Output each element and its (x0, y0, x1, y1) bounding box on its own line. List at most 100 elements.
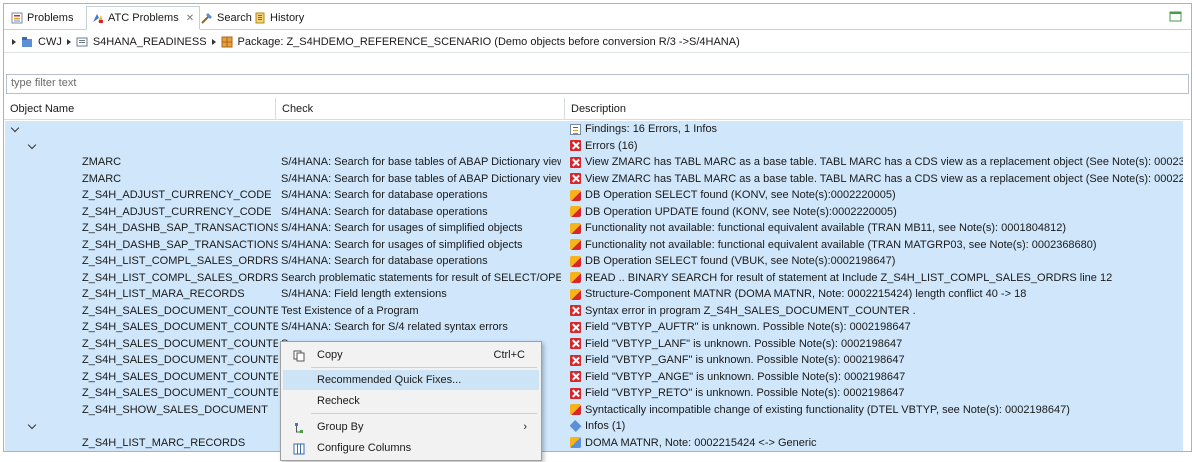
configure-columns-icon (293, 442, 305, 455)
check-cell: S/4HANA: Search for database operations (281, 205, 488, 218)
table-row[interactable]: Z_S4H_SALES_DOCUMENT_COUNTERSField "VBTY… (5, 385, 1183, 401)
tab-search-label: Search (217, 12, 252, 24)
error-icon (570, 156, 581, 168)
menu-item-recheck[interactable]: Recheck (283, 391, 539, 411)
warning-icon (570, 222, 581, 234)
chevron-right-icon[interactable] (66, 38, 71, 45)
tab-search[interactable]: Search (196, 6, 257, 30)
info-icon (570, 420, 582, 432)
table-row[interactable]: Z_S4H_SALES_DOCUMENT_COUNTER Test Existen… (5, 303, 1183, 319)
object-name-cell: Z_S4H_SALES_DOCUMENT_COUNTER (82, 304, 278, 317)
system-icon (76, 36, 88, 48)
table-row[interactable]: Z_S4H_DASHB_SAP_TRANSACTIONS S/4HANA: Sea… (5, 237, 1183, 253)
object-name-cell: Z_S4H_SALES_DOCUMENT_COUNTER (82, 321, 278, 333)
column-header-check[interactable]: Check (276, 98, 565, 120)
error-icon (570, 387, 581, 399)
description-cell: READ .. BINARY SEARCH for result of stat… (570, 270, 1183, 286)
context-menu: Copy Ctrl+C Recommended Quick Fixes... R… (280, 341, 542, 461)
filter-input[interactable]: type filter text (6, 74, 1189, 94)
table-row[interactable]: Z_S4H_SALES_DOCUMENT_COUNTERSField "VBTY… (5, 336, 1183, 352)
menu-item-configure-columns[interactable]: Configure Columns (283, 438, 539, 458)
chevron-down-icon[interactable] (29, 142, 37, 150)
chevron-right-icon[interactable] (211, 38, 216, 45)
table-row[interactable]: Z_S4H_LIST_COMPL_SALES_ORDRS Search probl… (5, 270, 1183, 286)
table-row[interactable]: ZMARC S/4HANA: Search for base tables of … (5, 171, 1183, 187)
group-row[interactable]: Findings: 16 Errors, 1 Infos (5, 121, 1183, 137)
error-icon (570, 305, 581, 316)
close-icon[interactable]: ✕ (186, 13, 194, 24)
atc-problems-view: Problems ATC Problems ✕ Search History C… (3, 3, 1192, 461)
description-cell: DB Operation SELECT found (VBUK, see Not… (570, 253, 1183, 269)
group-row[interactable]: Infos (1) (5, 418, 1183, 434)
object-name-cell: Z_S4H_LIST_MARA_RECORDS (82, 288, 245, 300)
object-name-cell: Z_S4H_SALES_DOCUMENT_COUNTER (82, 354, 278, 366)
table-row[interactable]: Z_S4H_LIST_MARC_RECORDSSDOMA MATNR, Note… (5, 435, 1183, 451)
description-text: READ .. BINARY SEARCH for result of stat… (585, 271, 1113, 284)
tab-history-label: History (270, 12, 305, 24)
column-header-object-name[interactable]: Object Name (4, 98, 276, 120)
table-row[interactable]: Z_S4H_ADJUST_CURRENCY_CODE S/4HANA: Searc… (5, 204, 1183, 220)
description-text: Field "VBTYP_GANF" is unknown. Possible … (585, 354, 905, 366)
description-cell: Findings: 16 Errors, 1 Infos (570, 121, 1183, 137)
table-header: Object Name Check Description (4, 98, 1191, 120)
table-row[interactable]: Z_S4H_SALES_DOCUMENT_COUNTERSField "VBTY… (5, 352, 1183, 368)
table-row[interactable]: Z_S4H_SALES_DOCUMENT_COUNTER S/4HANA: Sea… (5, 319, 1183, 335)
error-icon (570, 354, 581, 366)
tab-problems[interactable]: Problems (6, 6, 78, 30)
table-row[interactable]: Z_S4H_LIST_MARA_RECORDS S/4HANA: Field le… (5, 286, 1183, 302)
description-text: Functionality not available: functional … (585, 238, 1097, 251)
description-cell: Errors (16) (570, 138, 1183, 154)
tab-atc-problems[interactable]: ATC Problems ✕ (86, 6, 201, 30)
description-cell: DB Operation SELECT found (KONV, see Not… (570, 187, 1183, 203)
table-row[interactable]: Z_S4H_ADJUST_CURRENCY_CODE S/4HANA: Searc… (5, 187, 1183, 203)
description-cell: Infos (1) (570, 418, 1183, 434)
chevron-down-icon[interactable] (12, 125, 20, 133)
object-name-cell: Z_S4H_ADJUST_CURRENCY_CODE (82, 205, 272, 218)
error-icon (570, 140, 581, 151)
table-row[interactable]: Z_S4H_SHOW_SALES_DOCUMENTSSyntactically … (5, 402, 1183, 418)
breadcrumb-project[interactable]: CWJ (38, 36, 62, 48)
description-text: View ZMARC has TABL MARC as a base table… (585, 172, 1183, 185)
error-icon (570, 371, 581, 382)
table-row[interactable]: Z_S4H_LIST_COMPL_SALES_ORDRS S/4HANA: Sea… (5, 253, 1183, 269)
group-by-icon (293, 421, 305, 433)
breadcrumb-system[interactable]: S4HANA_READINESS (93, 36, 207, 48)
object-name-cell: ZMARC (82, 172, 122, 185)
description-cell: Syntax error in program Z_S4H_SALES_DOCU… (570, 303, 1183, 319)
object-name-cell: Z_S4H_LIST_COMPL_SALES_ORDRS (82, 255, 278, 267)
chevron-down-icon[interactable] (29, 422, 37, 430)
tab-history[interactable]: History (249, 6, 309, 30)
group-row[interactable]: Errors (16) (5, 138, 1183, 154)
submenu-arrow-icon: › (523, 421, 527, 433)
search-icon (201, 12, 213, 24)
object-name-cell: Z_S4H_ADJUST_CURRENCY_CODE (82, 189, 272, 201)
column-header-description[interactable]: Description (565, 98, 1182, 120)
check-cell (281, 121, 561, 137)
chevron-right-icon[interactable] (12, 38, 16, 45)
menu-separator (311, 367, 537, 368)
description-text: DB Operation SELECT found (VBUK, see Not… (585, 255, 896, 267)
description-text: Infos (1) (585, 420, 626, 432)
check-cell: Search problematic statements for result… (281, 271, 561, 284)
table-row[interactable]: Z_S4H_DASHB_SAP_TRANSACTIONS S/4HANA: Sea… (5, 220, 1183, 236)
description-cell: View ZMARC has TABL MARC as a base table… (570, 154, 1183, 170)
check-cell: S/4HANA: Search for database operations (281, 255, 488, 267)
menu-item-group-by[interactable]: Group By › (283, 417, 539, 437)
maximize-icon[interactable] (1169, 10, 1183, 22)
table-row[interactable]: ZMARC S/4HANA: Search for base tables of … (5, 154, 1183, 170)
object-name-cell: Z_S4H_LIST_COMPL_SALES_ORDRS (82, 271, 278, 284)
check-cell: S/4HANA: Search for database operations (281, 189, 488, 201)
description-text: View ZMARC has TABL MARC as a base table… (585, 156, 1183, 168)
table-row[interactable]: Z_S4H_SALES_DOCUMENT_COUNTERSField "VBTY… (5, 369, 1183, 385)
object-name-cell (82, 418, 278, 434)
menu-item-copy[interactable]: Copy Ctrl+C (283, 345, 539, 365)
error-icon (570, 321, 581, 333)
check-cell: S/4HANA: Search for usages of simplified… (281, 238, 523, 251)
description-cell: Functionality not available: functional … (570, 237, 1183, 253)
description-text: DOMA MATNR, Note: 0002215424 <-> Generic (585, 436, 817, 449)
description-text: Field "VBTYP_AUFTR" is unknown. Possible… (585, 321, 911, 333)
breadcrumb-package[interactable]: Package: Z_S4HDEMO_REFERENCE_SCENARIO (D… (238, 36, 740, 48)
description-cell: Functionality not available: functional … (570, 220, 1183, 236)
description-cell: DOMA MATNR, Note: 0002215424 <-> Generic (570, 435, 1183, 451)
menu-item-quick-fixes[interactable]: Recommended Quick Fixes... (283, 370, 539, 390)
